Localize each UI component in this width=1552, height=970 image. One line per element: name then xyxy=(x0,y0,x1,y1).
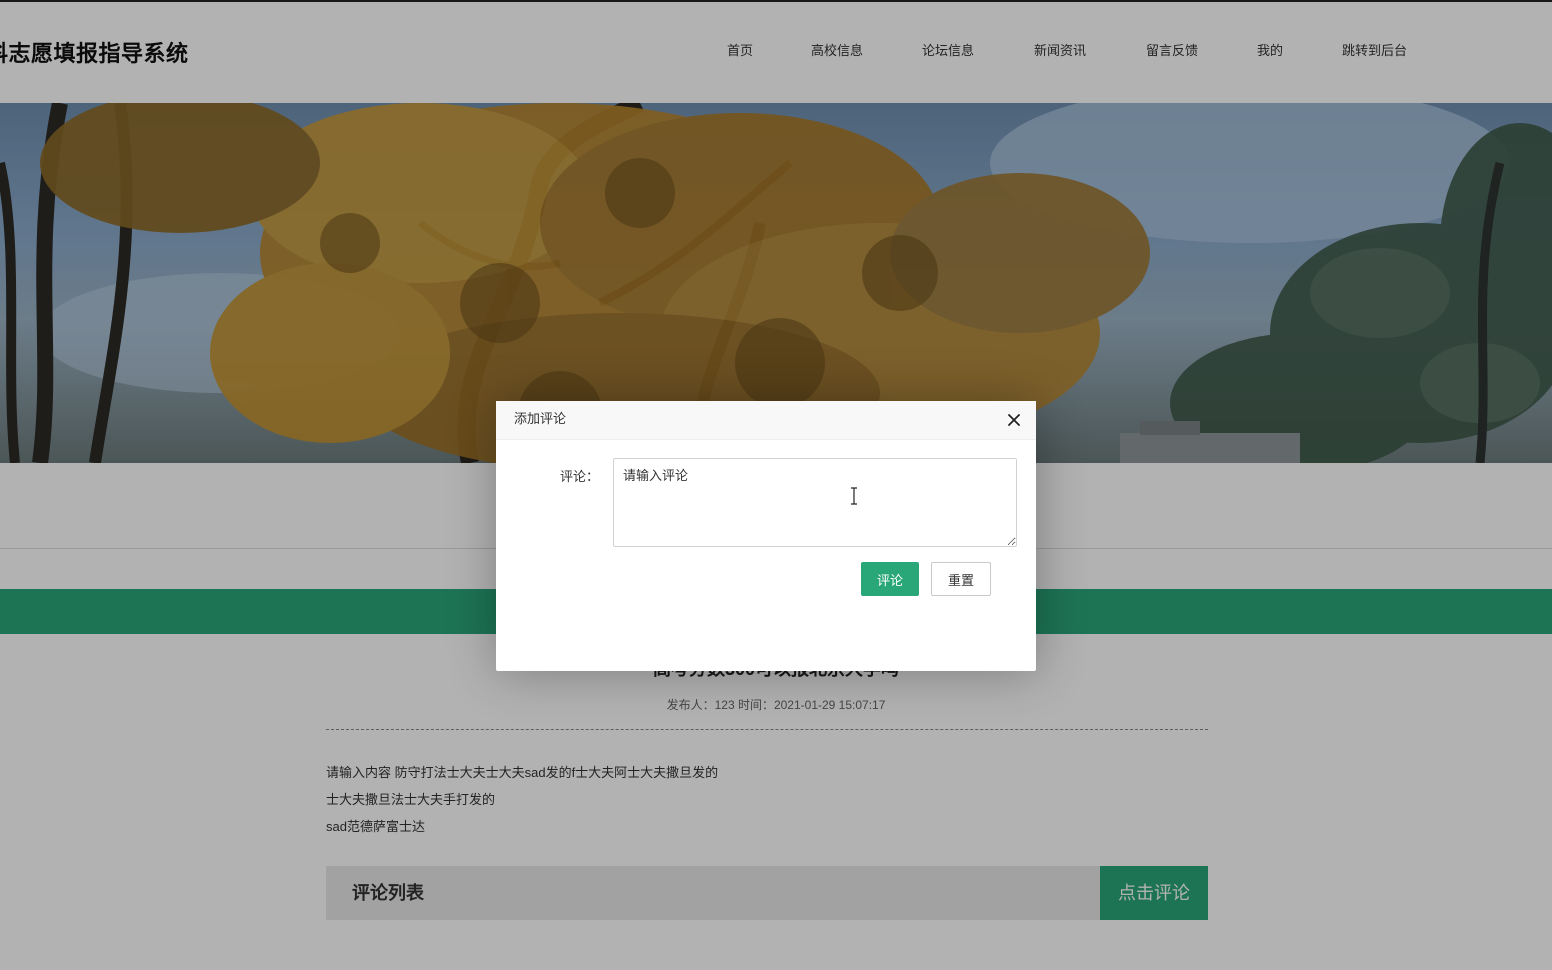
comment-field-label: 评论： xyxy=(560,469,600,484)
dialog-header: 添加评论 xyxy=(496,401,1036,440)
text-cursor-icon xyxy=(849,487,859,505)
close-icon[interactable] xyxy=(1004,410,1024,430)
submit-comment-button[interactable]: 评论 xyxy=(861,562,919,596)
reset-button[interactable]: 重置 xyxy=(931,562,991,596)
comment-textarea[interactable] xyxy=(613,458,1017,547)
dialog-title: 添加评论 xyxy=(514,411,567,426)
add-comment-dialog: 添加评论 评论： 评论 重置 xyxy=(496,401,1036,671)
